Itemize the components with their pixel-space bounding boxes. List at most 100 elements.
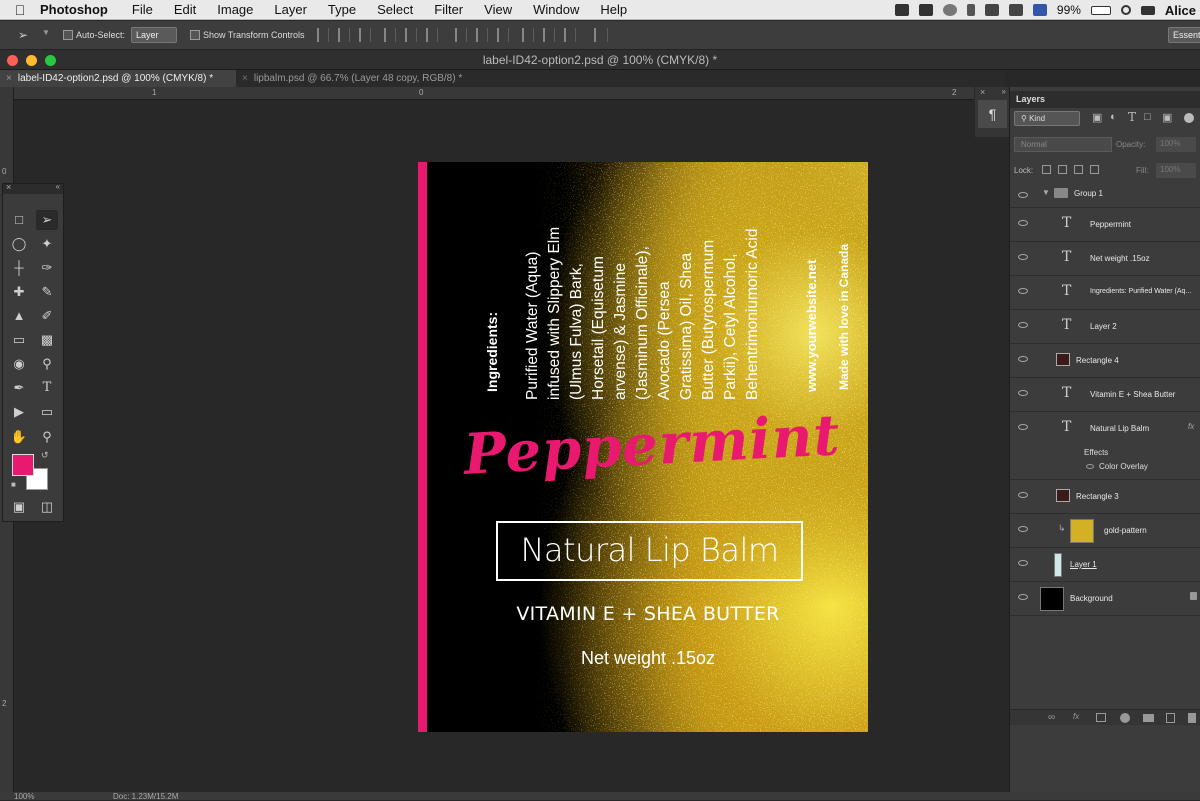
distribute-top-icon[interactable] — [455, 28, 467, 42]
fill-input[interactable]: 100% — [1156, 163, 1196, 178]
eye-icon[interactable] — [1018, 322, 1028, 328]
auto-select-checkbox[interactable] — [63, 30, 73, 40]
eye-icon[interactable] — [1018, 192, 1028, 198]
app-menu[interactable]: Photoshop — [40, 2, 108, 17]
path-selection-icon[interactable]: ▶ — [8, 402, 30, 422]
menu-file[interactable]: File — [132, 2, 153, 17]
chevron-down-icon[interactable]: ▼ — [1042, 188, 1050, 197]
list-icon[interactable] — [1140, 5, 1155, 15]
layer-row-group[interactable]: ▼ Group 1 — [1010, 180, 1200, 208]
eraser-icon[interactable]: ▭ — [8, 330, 30, 350]
layer-row[interactable]: Background — [1010, 582, 1200, 616]
rectangle-tool-icon[interactable]: ▭ — [36, 402, 58, 422]
eye-icon[interactable] — [1018, 560, 1028, 566]
eye-icon[interactable] — [1018, 594, 1028, 600]
drive-icon[interactable] — [918, 4, 933, 16]
close-tab-icon[interactable]: × — [6, 73, 12, 84]
eye-icon[interactable] — [1018, 424, 1028, 430]
gradient-tool-icon[interactable]: ▩ — [36, 330, 58, 350]
align-vcenter-icon[interactable] — [338, 28, 350, 42]
lock-pixels-icon[interactable] — [1058, 165, 1067, 174]
eye-icon[interactable] — [1018, 254, 1028, 260]
search-icon[interactable] — [1120, 5, 1131, 15]
menu-filter[interactable]: Filter — [434, 2, 463, 17]
eye-icon[interactable] — [1018, 390, 1028, 396]
dropbox-icon[interactable] — [894, 4, 909, 16]
horizontal-ruler[interactable]: 1 0 2 — [14, 87, 974, 100]
clone-stamp-icon[interactable]: ▲ — [8, 306, 30, 326]
eye-icon[interactable] — [1018, 356, 1028, 362]
adjustment-filter-icon[interactable]: ◐ — [1110, 111, 1117, 123]
eye-icon[interactable] — [1018, 492, 1028, 498]
eyedropper-icon[interactable]: ✑ — [36, 258, 58, 278]
menu-type[interactable]: Type — [328, 2, 356, 17]
show-transform-checkbox[interactable] — [190, 30, 200, 40]
align-hcenter-icon[interactable] — [405, 28, 417, 42]
distribute-bottom-icon[interactable] — [497, 28, 509, 42]
auto-select-dropdown[interactable]: Layer — [131, 27, 177, 43]
layers-title[interactable]: Layers — [1010, 91, 1200, 108]
minimize-window-icon[interactable] — [26, 55, 37, 66]
screen-mode-icon[interactable]: ◫ — [36, 497, 58, 517]
foreground-color-swatch-top[interactable] — [12, 454, 34, 476]
type-tool-icon[interactable]: T — [36, 378, 58, 398]
time-machine-icon[interactable] — [942, 4, 957, 16]
swap-colors-icon[interactable]: ↺ — [41, 450, 49, 461]
fx-icon[interactable]: fx — [1188, 422, 1194, 431]
filter-kind-dropdown[interactable]: ⚲ Kind — [1014, 111, 1080, 126]
layer-row[interactable]: T Vitamin E + Shea Butter — [1010, 378, 1200, 412]
menu-layer[interactable]: Layer — [274, 2, 307, 17]
chevron-down-icon[interactable]: ▼ — [42, 28, 50, 37]
label-artwork[interactable]: Ingredients: Purified Water (Aqua) infus… — [418, 162, 868, 732]
close-icon[interactable]: × — [980, 87, 985, 97]
volume-icon[interactable] — [1008, 4, 1023, 16]
new-layer-icon[interactable] — [1166, 713, 1175, 723]
distribute-right-icon[interactable] — [564, 28, 576, 42]
add-style-icon[interactable]: fx — [1073, 712, 1079, 721]
adjustment-layer-icon[interactable] — [1120, 713, 1130, 723]
distribute-hcenter-icon[interactable] — [543, 28, 555, 42]
move-tool-icon[interactable]: ➢ — [36, 210, 58, 230]
magic-wand-icon[interactable]: ✦ — [36, 234, 58, 254]
bluetooth-icon[interactable] — [966, 4, 975, 16]
lock-transparent-icon[interactable] — [1042, 165, 1051, 174]
default-colors-icon[interactable]: ■ — [11, 480, 16, 489]
add-mask-icon[interactable] — [1096, 713, 1106, 722]
eye-icon[interactable] — [1086, 464, 1094, 469]
tab-label-id42[interactable]: × label-ID42-option2.psd @ 100% (CMYK/8) … — [0, 70, 236, 87]
move-tool-icon[interactable]: ➢ — [18, 28, 28, 42]
align-bottom-icon[interactable] — [359, 28, 371, 42]
shape-filter-icon[interactable]: □ — [1144, 111, 1151, 123]
menu-view[interactable]: View — [484, 2, 512, 17]
align-top-icon[interactable] — [317, 28, 329, 42]
layer-row[interactable]: T Ingredients: Purified Water (Aq... — [1010, 276, 1200, 310]
tab-lipbalm[interactable]: × lipbalm.psd @ 66.7% (Layer 48 copy, RGB… — [236, 70, 476, 87]
marquee-tool-icon[interactable]: □ — [8, 210, 30, 230]
quick-mask-icon[interactable]: ▣ — [8, 497, 30, 517]
distribute-left-icon[interactable] — [522, 28, 534, 42]
eye-icon[interactable] — [1018, 526, 1028, 532]
paragraph-icon[interactable]: ¶ — [978, 100, 1007, 128]
link-layers-icon[interactable]: ∞ — [1048, 712, 1055, 723]
auto-align-icon[interactable] — [594, 28, 608, 42]
brush-tool-icon[interactable]: ✎ — [36, 282, 58, 302]
menu-window[interactable]: Window — [533, 2, 579, 17]
collapse-icon[interactable]: « — [56, 182, 60, 191]
history-brush-icon[interactable]: ✐ — [36, 306, 58, 326]
eye-icon[interactable] — [1018, 220, 1028, 226]
menu-select[interactable]: Select — [377, 2, 413, 17]
layer-row[interactable]: T Peppermint — [1010, 208, 1200, 242]
smart-filter-icon[interactable]: ▣ — [1162, 111, 1172, 124]
apple-icon[interactable]:  — [0, 2, 40, 18]
close-tab-icon[interactable]: × — [242, 73, 248, 84]
hand-tool-icon[interactable]: ✋ — [8, 427, 30, 447]
layer-row[interactable]: ↳ gold-pattern — [1010, 514, 1200, 548]
battery-icon[interactable] — [1090, 5, 1111, 15]
expand-icon[interactable]: » — [1002, 87, 1006, 96]
layer-row[interactable]: Rectangle 4 — [1010, 344, 1200, 378]
workspace-switcher[interactable]: Essent — [1168, 27, 1200, 43]
pen-tool-icon[interactable]: ✒ — [8, 378, 30, 398]
healing-brush-icon[interactable]: ✚ — [8, 282, 30, 302]
layer-row[interactable]: T Net weight .15oz — [1010, 242, 1200, 276]
blend-mode-dropdown[interactable]: Normal — [1014, 137, 1112, 152]
